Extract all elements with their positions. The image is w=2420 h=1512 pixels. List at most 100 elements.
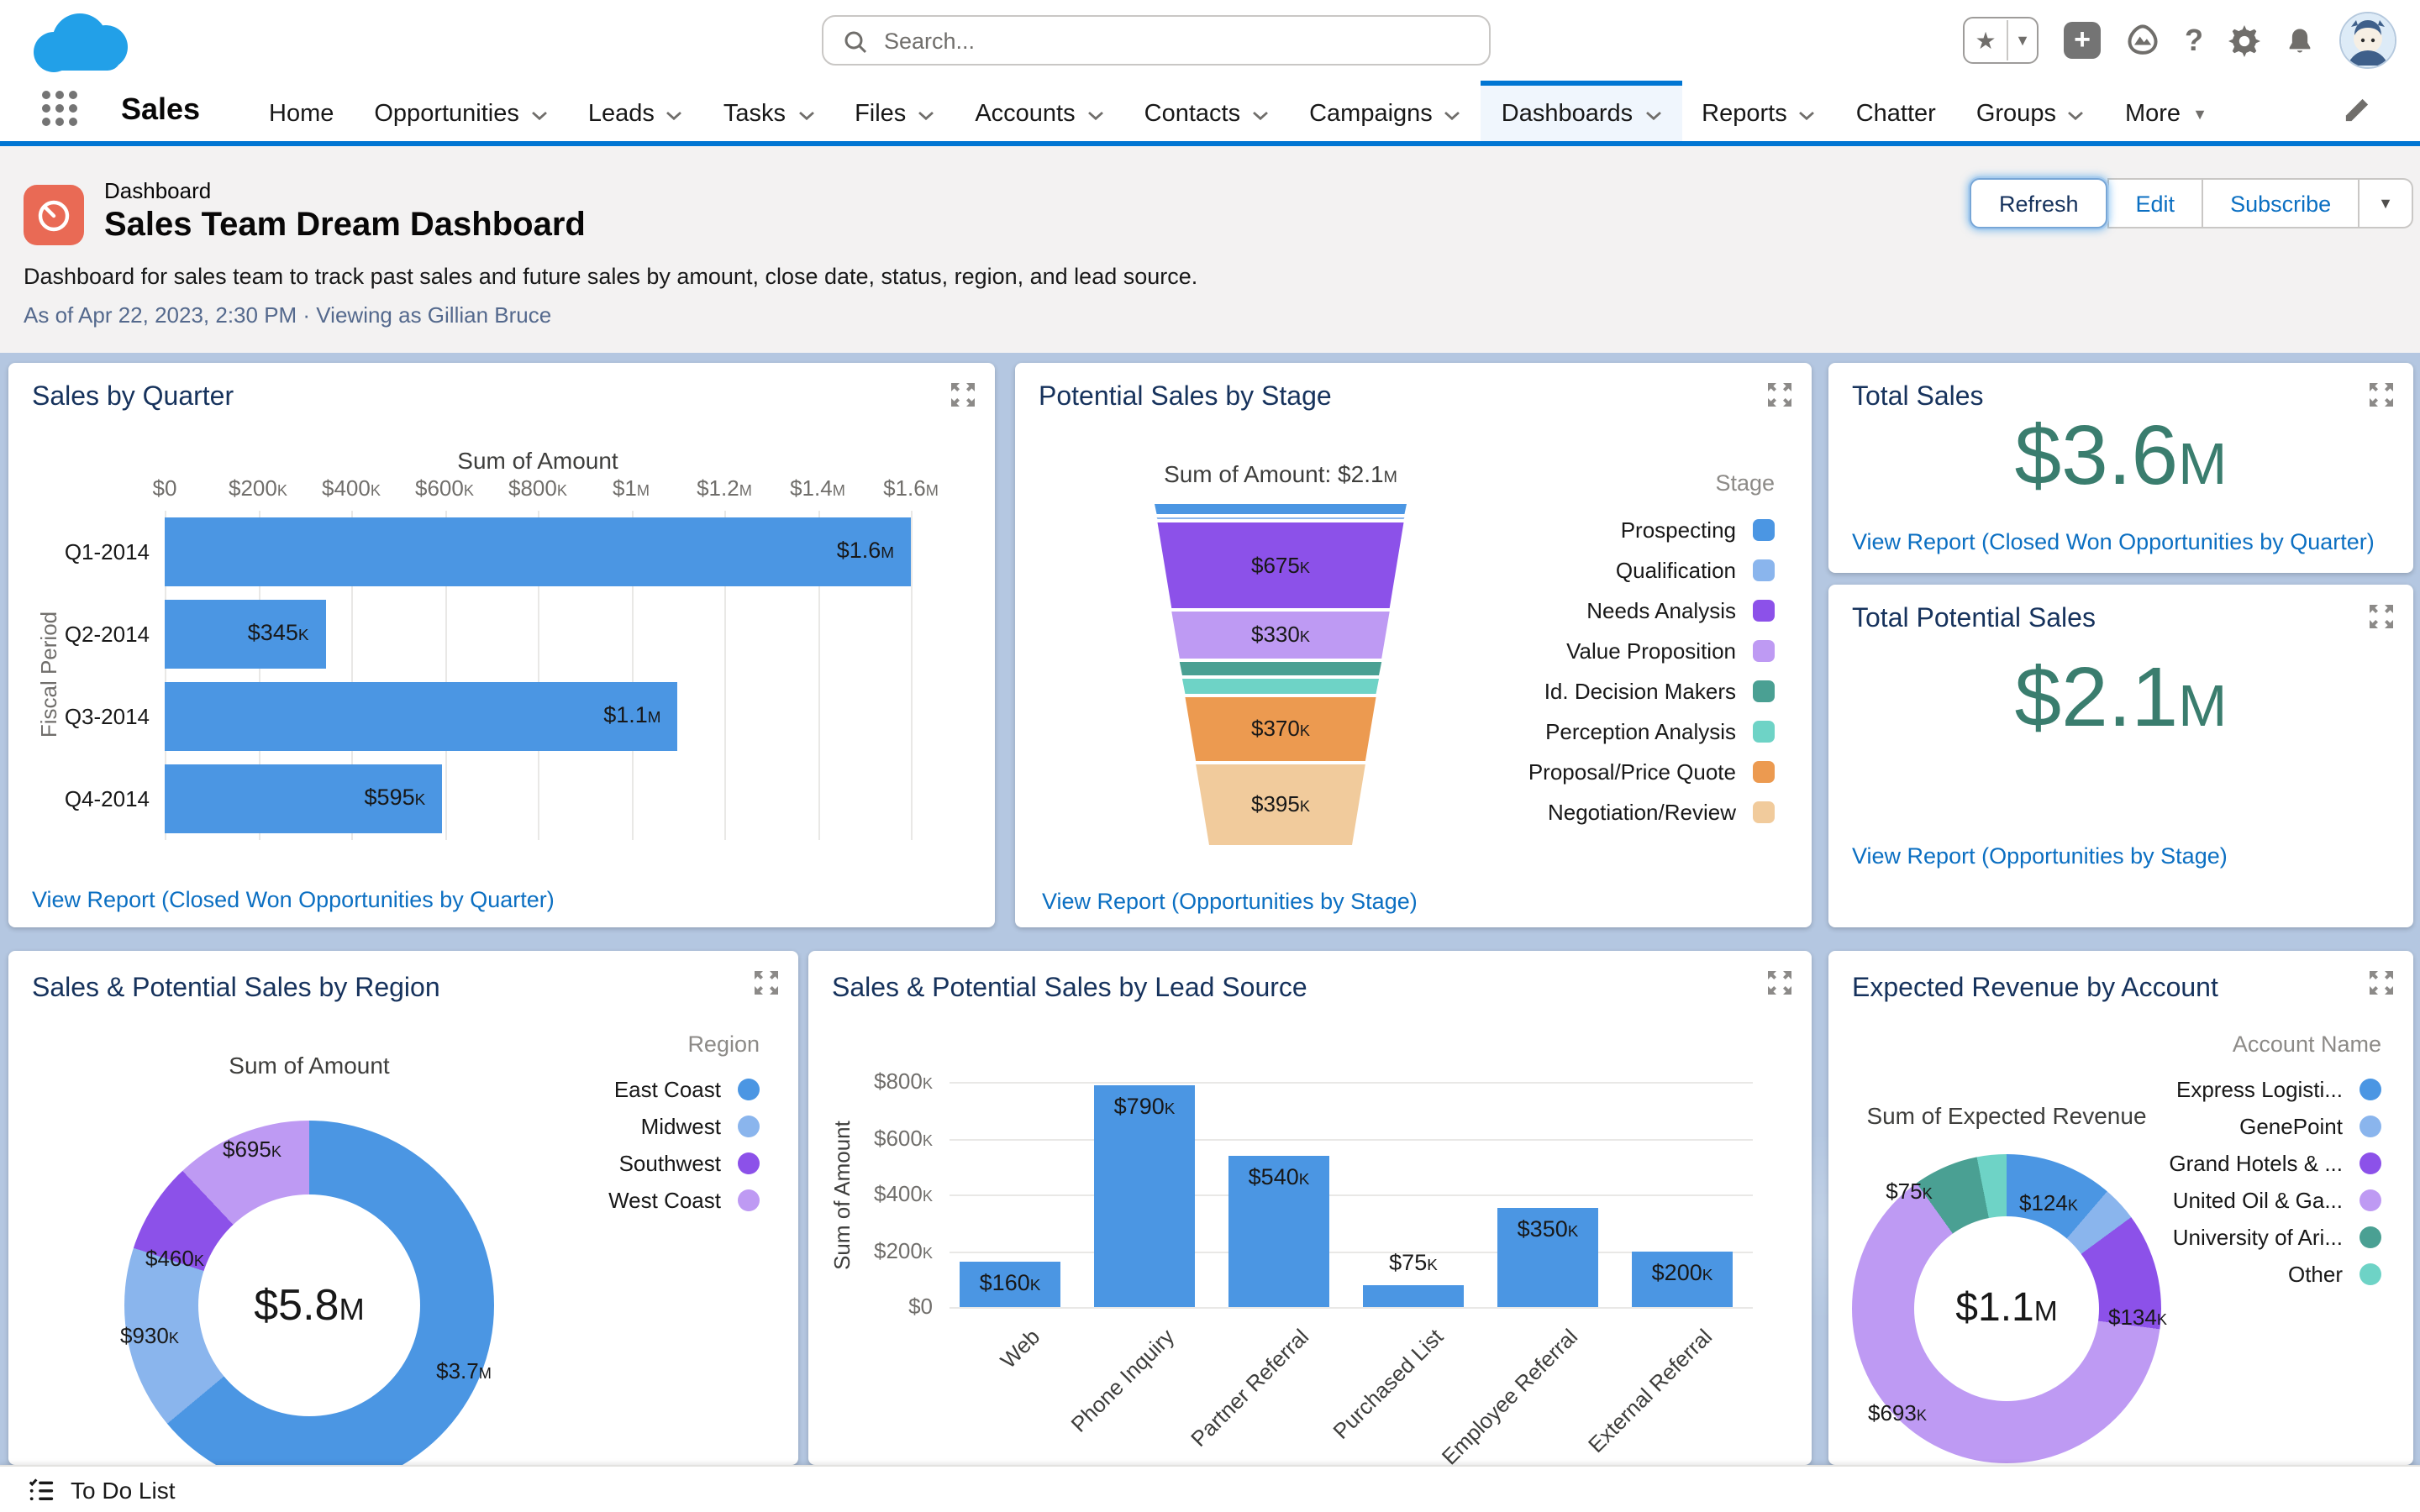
legend-item: Needs Analysis — [1586, 590, 1775, 630]
funnel-segment-proposal-price-quote[interactable]: $370K — [1185, 697, 1376, 761]
legend-swatch-icon — [2360, 1115, 2381, 1137]
subscribe-button[interactable]: Subscribe — [2203, 178, 2360, 228]
help-icon[interactable]: ? — [2185, 23, 2203, 58]
expand-icon[interactable] — [2370, 383, 2393, 407]
tab-accounts[interactable]: Accounts — [955, 81, 1123, 141]
legend-item: United Oil & Ga... — [2173, 1181, 2381, 1218]
axis-tick-label: $600K — [874, 1125, 933, 1150]
favorites-control[interactable]: ★ ▼ — [1963, 17, 2039, 64]
funnel: $675K $330K $370K $395K — [1155, 504, 1407, 860]
widget-sales-by-lead-source: Sales & Potential Sales by Lead Source S… — [808, 951, 1812, 1465]
user-avatar[interactable] — [2339, 12, 2396, 69]
funnel-segment-perception-analysis[interactable] — [1181, 679, 1380, 694]
donut-chart-account: Sum of Expected Revenue $124K $134K $693K $7… — [1828, 951, 2413, 1465]
view-report-link[interactable]: View Report (Opportunities by Stage) — [1042, 889, 1418, 914]
legend-item: Value Proposition — [1566, 630, 1775, 670]
axis-tick-label: $1.6M — [883, 475, 939, 501]
funnel-value-label: $370K — [1251, 716, 1310, 741]
funnel-chart: Sum of Amount: $2.1M $675K $330K $370K $395K… — [1015, 363, 1812, 927]
search-input[interactable] — [881, 26, 1425, 55]
expand-icon[interactable] — [2370, 605, 2393, 628]
gridline — [911, 511, 913, 840]
funnel-value-label: $330K — [1251, 622, 1310, 647]
slice-value-label: $124K — [2019, 1190, 2078, 1215]
view-report-link[interactable]: View Report (Closed Won Opportunities by… — [1852, 529, 2375, 554]
legend-item: Qualification — [1616, 549, 1775, 590]
funnel-segment-id-decision-makers[interactable] — [1179, 662, 1382, 675]
salesforce-dashboard-page: ★ ▼ + ? Sales HomeOpportunitiesLeadsTask… — [0, 0, 2420, 1512]
tab-contacts[interactable]: Contacts — [1124, 81, 1289, 141]
legend-swatch-icon — [738, 1189, 760, 1210]
more-actions-dropdown-icon[interactable]: ▼ — [2360, 178, 2413, 228]
funnel-segment-value-proposition[interactable]: $330K — [1171, 612, 1390, 659]
gridline — [950, 1138, 1753, 1140]
tab-home[interactable]: Home — [249, 81, 354, 141]
funnel-segment-qualification[interactable] — [1156, 517, 1405, 519]
notifications-bell-icon[interactable] — [2286, 26, 2314, 55]
global-search[interactable] — [822, 15, 1491, 66]
page-title: Sales Team Dream Dashboard — [104, 207, 586, 244]
salesforce-logo-icon — [34, 10, 131, 74]
donut-chart-region: Sum of Amount $3.7M $930K $460K $695K $5.8M Re… — [8, 951, 798, 1465]
chart-legend: Stage Prospecting Qualification Needs Analy… — [1528, 470, 1775, 832]
widget-total-potential-sales: Total Potential Sales $2.1M View Report … — [1828, 585, 2413, 927]
tab-more[interactable]: More ▼ — [2105, 81, 2228, 141]
app-launcher-waffle-icon[interactable] — [42, 91, 82, 131]
axis-tick-label: $1.2M — [697, 475, 752, 501]
legend-item: West Coast — [608, 1181, 760, 1218]
legend-swatch-icon — [1753, 599, 1775, 621]
tab-campaigns[interactable]: Campaigns — [1289, 81, 1481, 141]
bar-value-label: $345K — [247, 620, 309, 645]
legend-swatch-icon — [1753, 559, 1775, 580]
edit-button[interactable]: Edit — [2107, 178, 2204, 228]
axis-tick-label: $0 — [152, 475, 177, 501]
app-name: Sales — [121, 92, 201, 126]
metric-value: $3.6M — [2014, 408, 2228, 502]
axis-tick-label: $1.4M — [790, 475, 845, 501]
bar-purchased-list[interactable] — [1363, 1285, 1464, 1307]
favorites-dropdown-icon[interactable]: ▼ — [2008, 32, 2037, 49]
legend-swatch-icon — [1753, 680, 1775, 701]
checklist-icon — [29, 1478, 54, 1500]
todo-list-dock[interactable]: To Do List — [0, 1465, 2420, 1512]
axis-tick-label: $1M — [612, 475, 650, 501]
slice-value-label: $134K — [2108, 1305, 2167, 1330]
bar-value-label: $160K — [979, 1270, 1041, 1296]
tab-reports[interactable]: Reports — [1681, 81, 1836, 141]
legend-item: Grand Hotels & ... — [2169, 1144, 2381, 1181]
app-nav-bar: Sales Home Opportunities Leads Tasks Files Ac… — [0, 81, 2420, 146]
widget-sales-by-quarter: Sales by Quarter Sum of Amount $0 $200K $40… — [8, 363, 995, 927]
slice-value-label: $695K — [223, 1137, 281, 1162]
tab-opportunities[interactable]: Opportunities — [354, 81, 568, 141]
funnel-segment-negotiation-review[interactable]: $395K — [1196, 764, 1365, 845]
view-report-link[interactable]: View Report (Opportunities by Stage) — [1852, 843, 2228, 869]
tab-tasks[interactable]: Tasks — [703, 81, 834, 141]
refresh-button[interactable]: Refresh — [1970, 178, 2107, 228]
tab-files[interactable]: Files — [834, 81, 955, 141]
funnel-segment-prospecting[interactable] — [1155, 504, 1407, 514]
trailhead-icon[interactable] — [2126, 24, 2160, 57]
tab-chatter[interactable]: Chatter — [1836, 81, 1956, 141]
tab-leads[interactable]: Leads — [568, 81, 703, 141]
setup-gear-icon[interactable] — [2228, 24, 2260, 56]
tab-groups[interactable]: Groups — [1956, 81, 2105, 141]
axis-tick-label: $800K — [508, 475, 567, 501]
view-report-link[interactable]: View Report (Closed Won Opportunities by… — [32, 887, 555, 912]
legend-item: GenePoint — [2239, 1107, 2381, 1144]
global-add-icon[interactable]: + — [2064, 22, 2101, 59]
legend-swatch-icon — [1753, 720, 1775, 742]
bar-chart: Sum of Amount $0 $200K $400K $600K $800K $1M $1… — [8, 363, 995, 927]
search-icon — [844, 31, 867, 54]
axis-tick-label: $600K — [415, 475, 474, 501]
legend-item: Southwest — [619, 1144, 760, 1181]
legend-swatch-icon — [1753, 518, 1775, 540]
favorite-star-icon[interactable]: ★ — [1965, 20, 2007, 60]
legend-item: Negotiation/Review — [1548, 791, 1775, 832]
edit-nav-pencil-icon[interactable] — [2344, 97, 2370, 123]
tab-dashboards[interactable]: Dashboards — [1481, 81, 1682, 141]
legend-item: Express Logisti... — [2176, 1070, 2381, 1107]
axis-tick-label: $400K — [874, 1181, 933, 1206]
funnel-segment-needs-analysis[interactable]: $675K — [1157, 522, 1404, 608]
legend-swatch-icon — [2360, 1078, 2381, 1100]
legend-item: Midwest — [641, 1107, 760, 1144]
